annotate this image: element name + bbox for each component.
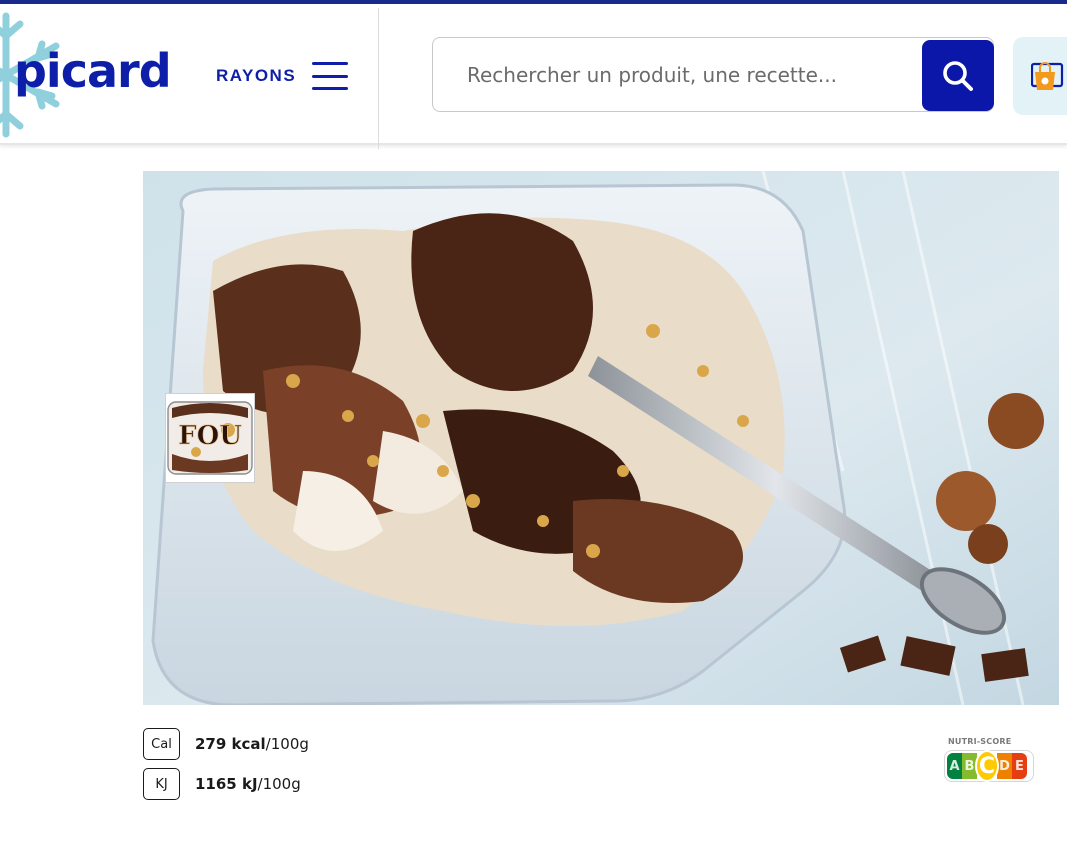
nutriscore-grade-a: A [947, 753, 962, 779]
cart-button[interactable] [1013, 37, 1067, 115]
picard-logo[interactable]: picard [14, 48, 172, 94]
nutriscore-grade-c: C [975, 750, 999, 782]
search-button[interactable] [922, 40, 994, 111]
energy-row: KJ 1165 kJ/100g [143, 768, 301, 800]
search-icon [943, 60, 973, 91]
product-package-image: FOU [167, 401, 253, 475]
search-bar [432, 37, 994, 112]
calories-icon: Cal [143, 728, 180, 760]
ice-cream-tub-photo [143, 171, 1059, 705]
nutriscore-scale: A B C D E [944, 750, 1034, 782]
search-input[interactable] [434, 39, 914, 110]
header-divider [378, 8, 379, 149]
rayons-menu-button[interactable]: RAYONS [216, 62, 349, 90]
site-header: picard RAYONS [0, 4, 1067, 149]
energy-icon: KJ [143, 768, 180, 800]
calories-unit: /100g [265, 735, 309, 753]
nutriscore-title: NUTRI-SCORE [948, 737, 1012, 746]
energy-unit: /100g [257, 775, 301, 793]
hamburger-menu-icon [312, 62, 349, 90]
nutriscore-badge: NUTRI-SCORE A B C D E [944, 737, 1036, 785]
nutriscore-grade-e: E [1012, 753, 1027, 779]
energy-text: 1165 kJ/100g [195, 775, 301, 793]
product-thumbnail[interactable]: FOU [165, 393, 255, 483]
calories-row: Cal 279 kcal/100g [143, 728, 309, 760]
calories-value: 279 kcal [195, 735, 266, 753]
product-thumbnail-text: FOU [178, 421, 242, 451]
energy-value: 1165 kJ [195, 775, 258, 793]
product-main-image[interactable] [143, 171, 1059, 705]
rayons-label: RAYONS [216, 66, 297, 85]
shopping-bag-icon [1031, 62, 1064, 90]
nutriscore-grade-d: D [997, 753, 1012, 779]
calories-text: 279 kcal/100g [195, 735, 309, 753]
